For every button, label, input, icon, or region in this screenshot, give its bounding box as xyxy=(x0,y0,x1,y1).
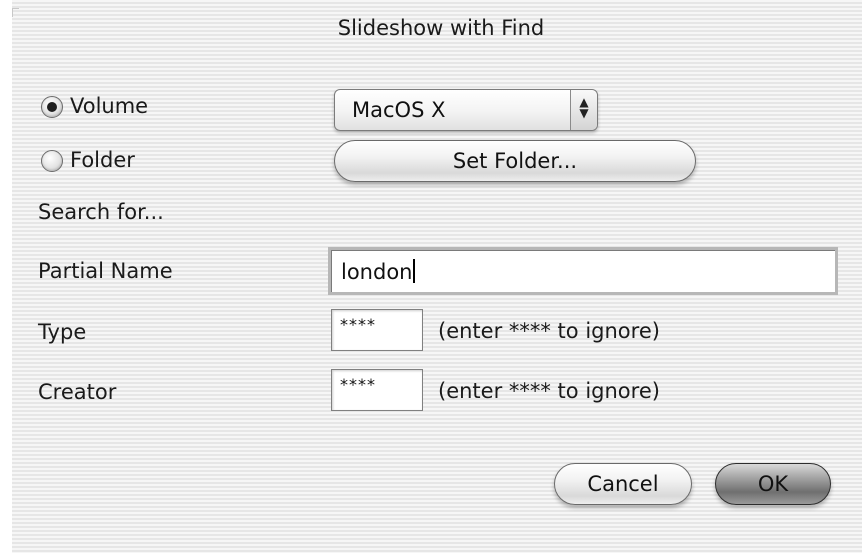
creator-hint: (enter **** to ignore) xyxy=(438,379,660,403)
volume-label[interactable]: Volume xyxy=(70,94,148,118)
text-caret xyxy=(413,259,416,283)
creator-label: Creator xyxy=(38,380,117,404)
cancel-button[interactable]: Cancel xyxy=(554,463,692,505)
type-label: Type xyxy=(38,320,87,344)
radio-selected-dot xyxy=(47,102,57,112)
creator-input[interactable]: **** xyxy=(331,369,423,411)
window-title: Slideshow with Find xyxy=(337,16,545,40)
title-bar[interactable]: Slideshow with Find xyxy=(12,0,862,62)
partial-name-label: Partial Name xyxy=(38,259,173,283)
volume-radio[interactable] xyxy=(41,96,63,118)
slideshow-find-dialog: Slideshow with Find Volume MacOS X ▲ ▼ F… xyxy=(12,0,862,553)
partial-name-input[interactable]: london xyxy=(328,247,838,295)
partial-name-value: london xyxy=(341,260,413,284)
type-hint: (enter **** to ignore) xyxy=(438,319,660,343)
arrow-down-icon: ▼ xyxy=(579,106,589,120)
popup-arrows-icon: ▲ ▼ xyxy=(570,90,597,130)
folder-radio[interactable] xyxy=(41,150,63,172)
search-for-heading: Search for... xyxy=(38,200,164,224)
folder-label[interactable]: Folder xyxy=(70,148,135,172)
volume-popup[interactable]: MacOS X ▲ ▼ xyxy=(334,89,598,131)
volume-popup-value: MacOS X xyxy=(352,98,446,122)
set-folder-button[interactable]: Set Folder... xyxy=(334,140,696,182)
ok-button[interactable]: OK xyxy=(715,463,831,505)
type-input[interactable]: **** xyxy=(331,309,423,351)
